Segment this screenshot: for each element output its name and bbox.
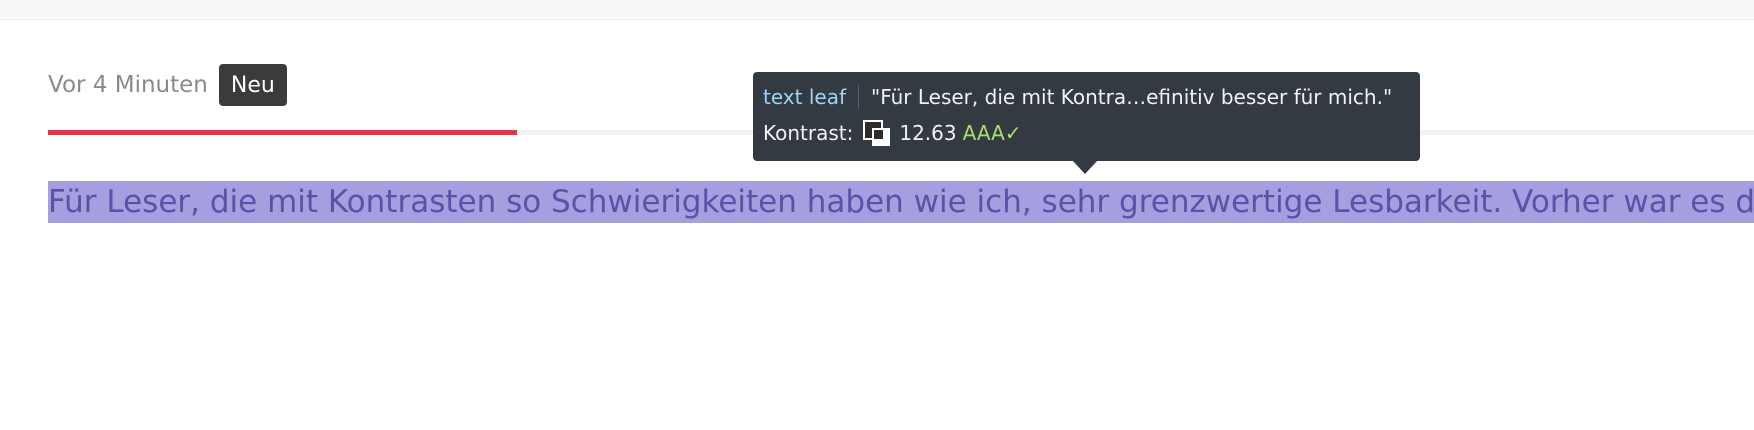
tooltip-header-row: text leaf "Für Leser, die mit Kontra…efi… [763,76,1410,118]
tooltip-divider [858,85,859,109]
accessibility-inspector-tooltip: text leaf "Für Leser, die mit Kontra…efi… [753,72,1420,161]
accessible-name: "Für Leser, die mit Kontra…efinitiv bess… [871,85,1393,109]
reading-progress-fill [48,130,518,135]
accessible-role: text leaf [763,85,846,109]
timestamp: Vor 4 Minuten [48,72,208,98]
contrast-value: 12.63 [899,121,957,145]
new-badge: Neu [218,64,287,106]
tooltip-arrow [1072,160,1098,174]
contrast-swatch-icon [863,120,891,146]
top-bar [0,0,1754,20]
comment-meta: Vor 4 Minuten Neu [48,64,287,106]
contrast-label: Kontrast: [763,121,854,145]
contrast-rating: AAA✓ [962,121,1022,145]
comment-text[interactable]: Für Leser, die mit Kontrasten so Schwier… [48,181,1754,223]
tooltip-contrast-row: Kontrast: 12.63 AAA✓ [763,118,1410,148]
